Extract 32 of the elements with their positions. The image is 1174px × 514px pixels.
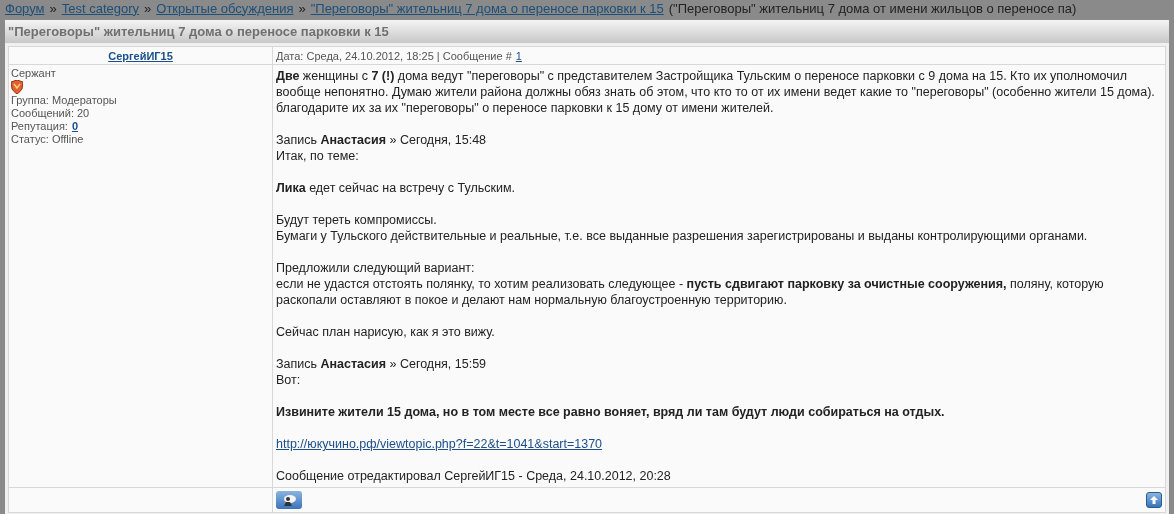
user-reputation-label: Репутация: — [11, 120, 68, 133]
user-status: Статус: Offline — [11, 133, 84, 146]
post-text: Лика едет сейчас на встречу с Тульским. — [276, 180, 516, 196]
post-text: Бумаги у Тульского действительные и реальные, т.е. все выданные разрешения зарегистрированы и выданы контролирующими органами. — [276, 228, 1089, 244]
post-number-link[interactable]: 1 — [515, 47, 522, 64]
webcam-button[interactable] — [276, 491, 302, 509]
shield-icon — [11, 80, 23, 94]
breadcrumb-separator: » — [144, 0, 152, 17]
breadcrumb-separator: » — [298, 0, 306, 17]
post-text: Итак, по теме: — [276, 148, 360, 164]
post-text: если не удастся отстоять полянку, то хотим реализовать следующее - пусть сдвигают парковку за очистные сооружения, поляну, которую раскопали оставляют в покое и делают нам нормальную благоустроенную территорию. — [276, 276, 1105, 308]
post-text: Извините жители 15 дома, но в том месте все равно воняет, вряд ли там будут люди собираться на отдых. — [276, 404, 946, 420]
arrow-up-icon — [1149, 495, 1159, 505]
post-date: Дата: Среда, 24.10.2012, 18:25 | Сообщение # — [276, 48, 512, 64]
breadcrumb-separator: » — [49, 0, 57, 17]
post-text: Две женщины с 7 (!) дома ведут "переговоры" с представителем Застройщика Тульским о переносе парковки с 9 дома на 15. Кто их уполномочил вообще непонятно. Думаю жители района должны обяз знать об этом, что кто то от их имени ведет какие то "переговоры" (особенно жители 15 дома). благодарите их за их "переговоры" о переносе парковки к 15 дому от имени жителей. — [276, 68, 1156, 116]
post-text: Будут тереть компромиссы. — [276, 212, 438, 228]
reputation-link[interactable]: 0 — [71, 120, 79, 133]
breadcrumb-note: ("Переговоры" жительниц 7 дома от имени жильцов о переносе па) — [668, 0, 1077, 17]
scroll-top-button[interactable] — [1146, 492, 1162, 508]
post-text: Сообщение отредактировал СергейИГ15 - Среда, 24.10.2012, 20:28 — [276, 468, 672, 484]
user-group: Группа: Модераторы — [11, 94, 117, 107]
webcam-icon — [281, 493, 297, 507]
post-text: Запись Анастасия » Сегодня, 15:59 — [276, 356, 488, 372]
post-text: Вот: — [276, 372, 302, 388]
user-messages: Сообщений: 20 — [11, 107, 90, 120]
post-text: Запись Анастасия » Сегодня, 15:48 — [276, 132, 488, 148]
post-text: Сейчас план нарисую, как я это вижу. — [276, 324, 496, 340]
post-text: Предложили следующий вариант: — [276, 260, 476, 276]
author-link[interactable]: СергейИГ15 — [108, 47, 173, 64]
post-link[interactable]: http://юкучино.рф/viewtopic.php?f=22&t=1041&start=1370 — [276, 436, 603, 452]
user-rank: Сержант — [11, 67, 56, 80]
